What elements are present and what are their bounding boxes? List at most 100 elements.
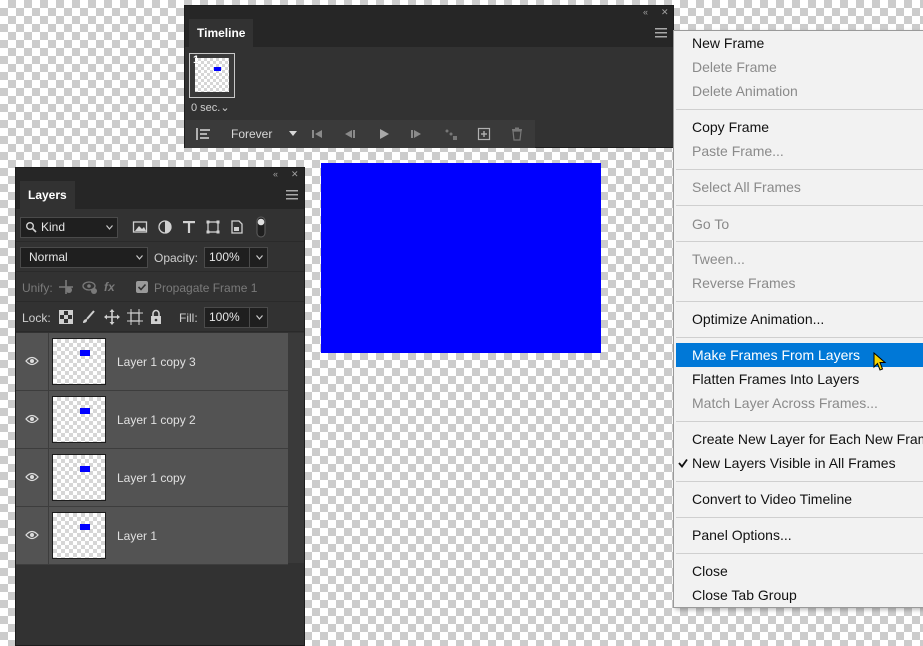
shape-filter-icon[interactable] xyxy=(205,219,221,235)
opacity-value: 100% xyxy=(209,250,240,264)
close-panel-icon[interactable]: ✕ xyxy=(291,170,299,179)
fill-label: Fill: xyxy=(179,311,198,325)
type-filter-icon[interactable] xyxy=(181,219,197,235)
search-icon xyxy=(26,222,37,233)
close-panel-icon[interactable]: ✕ xyxy=(661,8,669,17)
visibility-eye-icon[interactable] xyxy=(25,413,39,425)
layer-thumbnail xyxy=(52,454,106,501)
menu-separator xyxy=(676,517,923,518)
convert-to-video-icon[interactable] xyxy=(195,126,211,142)
lock-position-icon[interactable] xyxy=(104,309,120,325)
layer-name[interactable]: Layer 1 copy xyxy=(117,471,186,485)
menu-item-close-tab-group[interactable]: Close Tab Group xyxy=(692,583,797,607)
filter-kind-value: Kind xyxy=(41,220,66,234)
unify-visibility-icon[interactable] xyxy=(82,279,98,295)
layer-thumbnail xyxy=(52,338,106,385)
menu-item-flatten-frames-into-layers[interactable]: Flatten Frames Into Layers xyxy=(692,367,859,391)
menu-separator xyxy=(676,241,923,242)
unify-position-icon[interactable] xyxy=(58,279,74,295)
lock-transparent-pixels-icon[interactable] xyxy=(58,309,74,325)
layer-thumbnail xyxy=(52,396,106,443)
blend-mode-select[interactable]: Normal xyxy=(20,247,148,268)
smart-object-filter-icon[interactable] xyxy=(229,219,245,235)
menu-separator xyxy=(676,301,923,302)
timeline-titlebar[interactable]: « ✕ xyxy=(185,6,673,19)
layer-row[interactable]: Layer 1 xyxy=(16,507,288,565)
menu-item-create-new-layer-each-frame[interactable]: Create New Layer for Each New Frame xyxy=(692,427,923,451)
tab-layers[interactable]: Layers xyxy=(20,181,75,209)
menu-item-select-all-frames[interactable]: Select All Frames xyxy=(692,175,801,199)
timeline-context-menu: New Frame Delete Frame Delete Animation … xyxy=(673,30,923,608)
menu-item-reverse-frames[interactable]: Reverse Frames xyxy=(692,271,795,295)
lock-all-icon[interactable] xyxy=(148,309,164,325)
divider xyxy=(48,391,49,449)
layer-thumbnail xyxy=(52,512,106,559)
filter-toggle-icon[interactable] xyxy=(256,216,266,238)
layer-row[interactable]: Layer 1 copy xyxy=(16,449,288,507)
panel-menu-icon[interactable] xyxy=(655,28,667,38)
layers-scrollbar[interactable] xyxy=(288,333,304,563)
duplicate-frame-icon[interactable] xyxy=(476,126,492,142)
tween-icon[interactable] xyxy=(443,126,459,142)
menu-separator xyxy=(676,553,923,554)
menu-item-copy-frame[interactable]: Copy Frame xyxy=(692,115,769,139)
checkmark-icon xyxy=(678,458,688,468)
image-filter-icon[interactable] xyxy=(132,219,148,235)
layers-titlebar[interactable]: « ✕ xyxy=(16,168,304,181)
collapse-panel-icon[interactable]: « xyxy=(273,170,278,179)
visibility-eye-icon[interactable] xyxy=(25,529,39,541)
divider xyxy=(48,449,49,507)
menu-item-delete-frame[interactable]: Delete Frame xyxy=(692,55,777,79)
layer-name[interactable]: Layer 1 copy 3 xyxy=(117,355,196,369)
play-icon[interactable] xyxy=(376,126,392,142)
unify-label: Unify: xyxy=(22,281,53,295)
propagate-label: Propagate Frame 1 xyxy=(154,281,258,295)
tab-timeline[interactable]: Timeline xyxy=(189,19,254,47)
chevron-down-icon[interactable] xyxy=(256,255,263,260)
unify-style-icon[interactable]: fx xyxy=(104,280,115,294)
menu-item-new-layers-visible-all-frames[interactable]: New Layers Visible in All Frames xyxy=(692,451,896,475)
fill-input[interactable]: 100% xyxy=(204,307,268,328)
delete-frame-icon[interactable] xyxy=(509,126,525,142)
menu-item-delete-animation[interactable]: Delete Animation xyxy=(692,79,798,103)
loop-options-select[interactable]: Forever xyxy=(231,126,297,142)
menu-item-new-frame[interactable]: New Frame xyxy=(692,31,764,55)
chevron-down-icon[interactable] xyxy=(256,315,263,320)
adjustment-filter-icon[interactable] xyxy=(157,219,173,235)
animation-frame[interactable]: 1 xyxy=(189,53,235,98)
menu-item-match-layer-across-frames[interactable]: Match Layer Across Frames... xyxy=(692,391,878,415)
layer-filter-row: Kind xyxy=(16,212,304,242)
previous-frame-icon[interactable] xyxy=(341,126,357,142)
layer-name[interactable]: Layer 1 xyxy=(117,529,157,543)
collapse-panel-icon[interactable]: « xyxy=(643,8,648,17)
unify-row: Unify: fx Propagate Frame 1 xyxy=(16,272,304,302)
layer-name[interactable]: Layer 1 copy 2 xyxy=(117,413,196,427)
frame-delay-select[interactable]: 0 sec.⌄ xyxy=(191,102,230,114)
menu-item-paste-frame[interactable]: Paste Frame... xyxy=(692,139,784,163)
menu-item-panel-options[interactable]: Panel Options... xyxy=(692,523,792,547)
lock-label: Lock: xyxy=(22,311,51,325)
filter-kind-select[interactable]: Kind xyxy=(20,217,118,238)
layer-row[interactable]: Layer 1 copy 2 xyxy=(16,391,288,449)
visibility-eye-icon[interactable] xyxy=(25,355,39,367)
panel-menu-icon[interactable] xyxy=(286,190,298,200)
propagate-checkbox[interactable] xyxy=(136,281,148,293)
menu-item-make-frames-from-layers[interactable]: Make Frames From Layers xyxy=(692,343,860,367)
menu-separator xyxy=(676,169,923,170)
divider xyxy=(48,333,49,391)
first-frame-icon[interactable] xyxy=(309,126,325,142)
visibility-eye-icon[interactable] xyxy=(25,471,39,483)
opacity-input[interactable]: 100% xyxy=(204,247,268,268)
lock-image-pixels-icon[interactable] xyxy=(81,309,97,325)
menu-item-optimize-animation[interactable]: Optimize Animation... xyxy=(692,307,824,331)
next-frame-icon[interactable] xyxy=(409,126,425,142)
lock-artboard-icon[interactable] xyxy=(127,309,143,325)
blend-opacity-row: Normal Opacity: 100% xyxy=(16,242,304,272)
menu-item-tween[interactable]: Tween... xyxy=(692,247,745,271)
menu-item-convert-to-video-timeline[interactable]: Convert to Video Timeline xyxy=(692,487,852,511)
menu-item-close[interactable]: Close xyxy=(692,559,728,583)
layer-row[interactable]: Layer 1 copy 3 xyxy=(16,333,288,391)
menu-item-go-to[interactable]: Go To xyxy=(692,212,729,236)
menu-separator xyxy=(676,337,923,338)
loop-value: Forever xyxy=(231,127,273,141)
